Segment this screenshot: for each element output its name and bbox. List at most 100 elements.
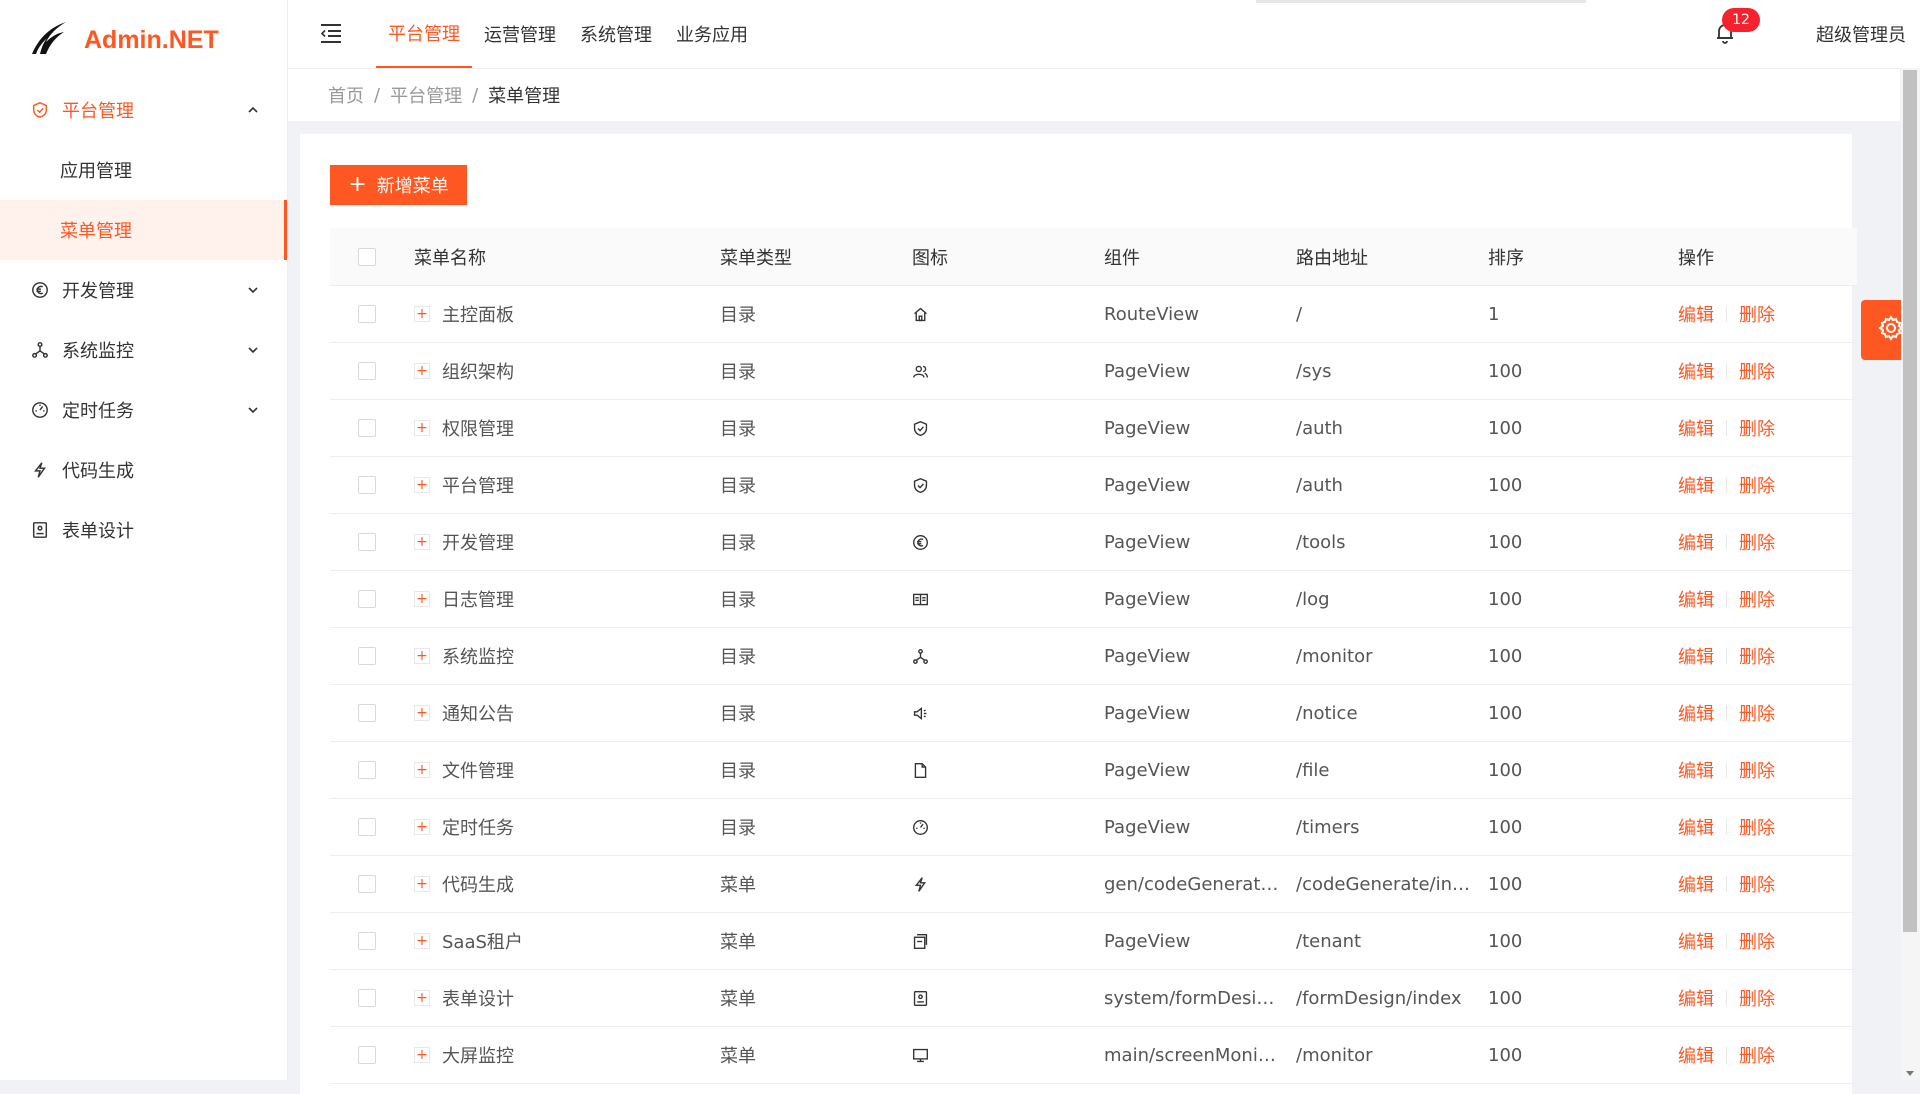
menu-order: 100 [1488, 816, 1523, 838]
row-checkbox[interactable] [358, 704, 376, 722]
menu-component: PageView [1104, 930, 1191, 952]
logo[interactable]: Admin.NET [0, 0, 287, 80]
sidebar-item[interactable]: 表单设计 [0, 500, 287, 560]
delete-link[interactable]: 删除 [1739, 643, 1775, 669]
sidebar-subitem[interactable]: 菜单管理 [0, 200, 287, 260]
edit-link[interactable]: 编辑 [1678, 700, 1714, 726]
top-tab[interactable]: 系统管理 [568, 0, 664, 68]
breadcrumb-parent[interactable]: 平台管理 [390, 82, 462, 108]
delete-link[interactable]: 删除 [1739, 757, 1775, 783]
delete-link[interactable]: 删除 [1739, 358, 1775, 384]
euro-circle-icon [30, 280, 50, 300]
delete-link[interactable]: 删除 [1739, 415, 1775, 441]
row-checkbox[interactable] [358, 932, 376, 950]
edit-link[interactable]: 编辑 [1678, 814, 1714, 840]
top-tab[interactable]: 平台管理 [376, 0, 472, 68]
edit-link[interactable]: 编辑 [1678, 985, 1714, 1011]
expand-plus-icon[interactable]: + [414, 363, 430, 379]
expand-plus-icon[interactable]: + [414, 1047, 430, 1063]
delete-link[interactable]: 删除 [1739, 985, 1775, 1011]
row-checkbox[interactable] [358, 419, 376, 437]
delete-link[interactable]: 删除 [1739, 928, 1775, 954]
sidebar: Admin.NET 平台管理 应用管理 菜单管理 开发管理 系统监控 定时任务 代码生成 表单… [0, 0, 288, 1080]
expand-plus-icon[interactable]: + [414, 705, 430, 721]
row-checkbox[interactable] [358, 362, 376, 380]
edit-link[interactable]: 编辑 [1678, 586, 1714, 612]
row-checkbox[interactable] [358, 533, 376, 551]
edit-link[interactable]: 编辑 [1678, 928, 1714, 954]
row-checkbox[interactable] [358, 305, 376, 323]
menu-fold-icon[interactable] [318, 20, 344, 46]
sidebar-item[interactable]: 定时任务 [0, 380, 287, 440]
edit-link[interactable]: 编辑 [1678, 472, 1714, 498]
add-menu-button[interactable]: + 新增菜单 [330, 165, 467, 205]
euro-circle-icon [912, 514, 929, 570]
menu-path: /file [1296, 759, 1330, 781]
delete-link[interactable]: 删除 [1739, 301, 1775, 327]
edit-link[interactable]: 编辑 [1678, 415, 1714, 441]
expand-plus-icon[interactable]: + [414, 876, 430, 892]
chevron-down-icon [245, 282, 261, 298]
file-icon [912, 742, 929, 798]
top-tab[interactable]: 运营管理 [472, 0, 568, 68]
select-all-checkbox[interactable] [358, 247, 376, 266]
dashboard-icon [30, 400, 50, 420]
sidebar-subitem[interactable]: 应用管理 [0, 140, 287, 200]
user-menu[interactable]: 超级管理员 [1816, 0, 1906, 68]
delete-link[interactable]: 删除 [1739, 1042, 1775, 1068]
expand-plus-icon[interactable]: + [414, 990, 430, 1006]
menu-order: 100 [1488, 645, 1523, 667]
menu-order: 100 [1488, 531, 1523, 553]
edit-link[interactable]: 编辑 [1678, 757, 1714, 783]
table-row: + 组织架构 目录 PageView /sys 100 编辑 删除 [330, 343, 1857, 400]
edit-link[interactable]: 编辑 [1678, 358, 1714, 384]
top-tab[interactable]: 业务应用 [664, 0, 760, 68]
expand-plus-icon[interactable]: + [414, 420, 430, 436]
edit-link[interactable]: 编辑 [1678, 301, 1714, 327]
sidebar-item[interactable]: 代码生成 [0, 440, 287, 500]
delete-link[interactable]: 删除 [1739, 472, 1775, 498]
table-row: + 平台管理 目录 PageView /auth 100 编辑 删除 [330, 457, 1857, 514]
delete-link[interactable]: 删除 [1739, 871, 1775, 897]
edit-link[interactable]: 编辑 [1678, 529, 1714, 555]
expand-plus-icon[interactable]: + [414, 933, 430, 949]
scrollbar-thumb[interactable] [1903, 70, 1917, 932]
edit-link[interactable]: 编辑 [1678, 643, 1714, 669]
sound-icon [912, 685, 929, 741]
delete-link[interactable]: 删除 [1739, 814, 1775, 840]
row-checkbox[interactable] [358, 1046, 376, 1064]
menu-name: 组织架构 [442, 362, 514, 383]
delete-link[interactable]: 删除 [1739, 529, 1775, 555]
row-checkbox[interactable] [358, 989, 376, 1007]
sidebar-item[interactable]: 平台管理 [0, 80, 287, 140]
sidebar-item[interactable]: 开发管理 [0, 260, 287, 320]
row-checkbox[interactable] [358, 875, 376, 893]
plus-icon: + [348, 172, 367, 197]
menu-table: 菜单名称 菜单类型 图标 组件 路由地址 排序 操作 + 主控面板 目录 Rou… [330, 228, 1857, 1084]
expand-plus-icon[interactable]: + [414, 534, 430, 550]
expand-plus-icon[interactable]: + [414, 306, 430, 322]
menu-name: 系统监控 [442, 647, 514, 668]
edit-link[interactable]: 编辑 [1678, 871, 1714, 897]
delete-link[interactable]: 删除 [1739, 700, 1775, 726]
form-icon [30, 520, 50, 540]
expand-plus-icon[interactable]: + [414, 762, 430, 778]
expand-plus-icon[interactable]: + [414, 819, 430, 835]
menu-order: 100 [1488, 759, 1523, 781]
lightning-icon [912, 856, 929, 912]
expand-plus-icon[interactable]: + [414, 648, 430, 664]
sidebar-item[interactable]: 系统监控 [0, 320, 287, 380]
row-checkbox[interactable] [358, 476, 376, 494]
scroll-down-arrow-icon[interactable] [1905, 1062, 1915, 1076]
row-checkbox[interactable] [358, 590, 376, 608]
edit-link[interactable]: 编辑 [1678, 1042, 1714, 1068]
menu-component: PageView [1104, 759, 1191, 781]
row-checkbox[interactable] [358, 818, 376, 836]
delete-link[interactable]: 删除 [1739, 586, 1775, 612]
row-checkbox[interactable] [358, 761, 376, 779]
expand-plus-icon[interactable]: + [414, 591, 430, 607]
row-checkbox[interactable] [358, 647, 376, 665]
breadcrumb-home[interactable]: 首页 [328, 82, 364, 108]
menu-path: /codeGenerate/index [1296, 873, 1476, 895]
expand-plus-icon[interactable]: + [414, 477, 430, 493]
